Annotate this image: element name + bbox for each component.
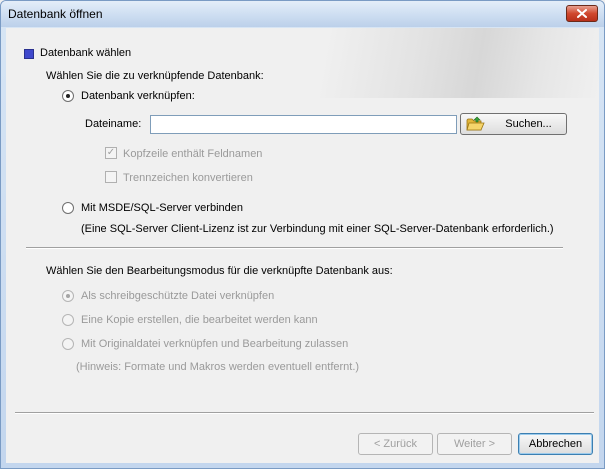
folder-open-icon (466, 116, 485, 131)
next-button[interactable]: Weiter > (437, 433, 512, 455)
radio-link-original[interactable] (62, 338, 74, 350)
choose-db-label: Wählen Sie die zu verknüpfende Datenbank… (46, 70, 264, 82)
browse-button[interactable]: Suchen... (460, 113, 567, 135)
msde-license-note: (Eine SQL-Server Client-Lizenz ist zur V… (81, 223, 554, 235)
section-marker-icon (24, 49, 34, 59)
footer-divider (15, 412, 594, 414)
title-bar[interactable]: Datenbank öffnen (1, 1, 604, 27)
section-heading: Datenbank wählen (40, 47, 132, 59)
radio-link-original-label[interactable]: Mit Originaldatei verknüpfen und Bearbei… (81, 338, 348, 350)
edit-mode-hint: (Hinweis: Formate und Makros werden even… (76, 361, 360, 373)
cancel-button[interactable]: Abbrechen (518, 433, 593, 455)
radio-readonly-label[interactable]: Als schreibgeschützte Datei verknüpfen (81, 290, 274, 302)
radio-editable-copy[interactable] (62, 314, 74, 326)
browse-button-label: Suchen... (505, 118, 552, 130)
convert-separator-label[interactable]: Trennzeichen konvertieren (123, 172, 253, 184)
radio-editable-copy-label[interactable]: Eine Kopie erstellen, die bearbeitet wer… (81, 314, 318, 326)
header-checkbox-label[interactable]: Kopfzeile enthält Feldnamen (123, 148, 262, 160)
filename-input[interactable] (150, 115, 457, 134)
window-title: Datenbank öffnen (8, 7, 103, 21)
header-banner (296, 28, 599, 98)
radio-link-database[interactable] (62, 90, 74, 102)
radio-readonly-link[interactable] (62, 290, 74, 302)
section-divider (26, 247, 563, 249)
close-icon (577, 9, 587, 18)
radio-msde-sql-server[interactable] (62, 202, 74, 214)
dialog-content: Datenbank wählen Wählen Sie die zu verkn… (6, 28, 599, 463)
radio-msde-label[interactable]: Mit MSDE/SQL-Server verbinden (81, 202, 243, 214)
dialog-window: Datenbank öffnen Datenbank wählen Wählen… (0, 0, 605, 469)
header-checkbox[interactable]: ✓ (105, 147, 117, 159)
radio-link-database-label[interactable]: Datenbank verknüpfen: (81, 90, 195, 102)
convert-separator-checkbox[interactable] (105, 171, 117, 183)
back-button[interactable]: < Zurück (358, 433, 433, 455)
close-button[interactable] (566, 5, 598, 22)
filename-label: Dateiname: (85, 118, 142, 130)
edit-mode-heading: Wählen Sie den Bearbeitungsmodus für die… (46, 265, 393, 277)
